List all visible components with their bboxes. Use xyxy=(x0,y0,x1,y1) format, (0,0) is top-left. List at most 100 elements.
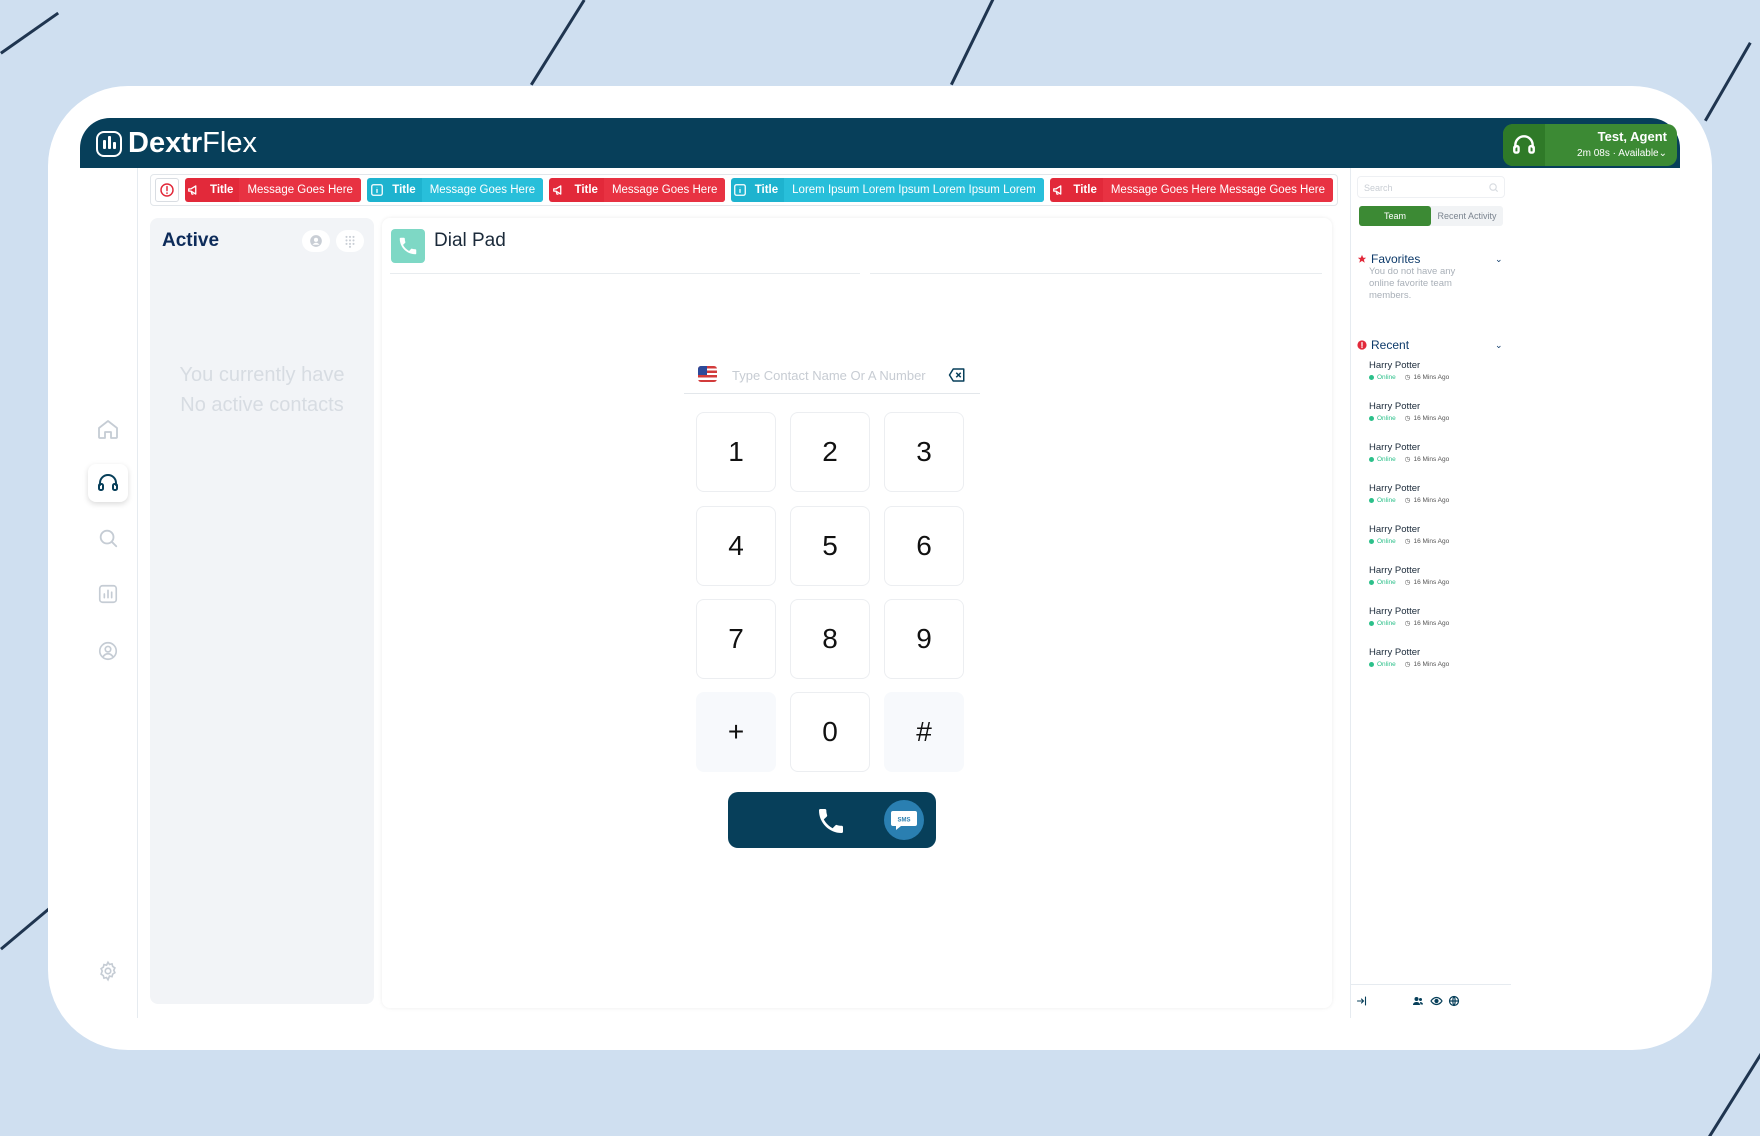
recent-contact[interactable]: Harry Potter Online ◷ 16 Mins Ago xyxy=(1369,647,1479,669)
contact-status: Online xyxy=(1377,414,1396,422)
clock-icon: ◷ xyxy=(1404,579,1411,586)
dialpad-key-3[interactable]: 3 xyxy=(884,412,964,492)
contact-status: Online xyxy=(1377,578,1396,586)
logo-mark-icon xyxy=(96,130,122,157)
tab-recent-activity[interactable]: Recent Activity xyxy=(1431,206,1503,226)
nav-home[interactable] xyxy=(88,410,128,448)
dialpad-key-0[interactable]: 0 xyxy=(790,692,870,772)
dialpad-title: Dial Pad xyxy=(434,230,506,251)
online-status-dot xyxy=(1369,579,1374,585)
contact-name: Harry Potter xyxy=(1369,442,1421,453)
chevron-down-icon: ⌄ xyxy=(1658,148,1667,159)
alert-title: Title xyxy=(754,184,779,196)
contact-name: Harry Potter xyxy=(1369,360,1421,371)
visibility-button[interactable] xyxy=(1429,994,1443,1008)
dialpad-key-9[interactable]: 9 xyxy=(884,599,964,679)
recent-contact[interactable]: Harry Potter Online ◷ 16 Mins Ago xyxy=(1369,524,1479,546)
megaphone-icon xyxy=(1050,178,1068,202)
call-button[interactable] xyxy=(814,804,848,838)
alert-item[interactable]: Title Message Goes Here xyxy=(549,178,726,202)
recent-contact[interactable]: Harry Potter Online ◷ 16 Mins Ago xyxy=(1369,483,1479,505)
team-search-input[interactable] xyxy=(1364,180,1484,196)
contact-name: Harry Potter xyxy=(1369,565,1421,576)
favorites-header[interactable]: Favorites xyxy=(1357,252,1420,266)
app-logo: DextrFlex xyxy=(96,127,257,160)
recent-contact[interactable]: Harry Potter Online ◷ 16 Mins Ago xyxy=(1369,565,1479,587)
dial-number-field xyxy=(684,356,980,394)
contact-time: 16 Mins Ago xyxy=(1413,660,1450,668)
empty-state-message: You currently have No active contacts xyxy=(150,360,374,420)
recent-contact[interactable]: Harry Potter Online ◷ 16 Mins Ago xyxy=(1369,401,1479,423)
nav-search[interactable] xyxy=(88,519,128,557)
contact-time: 16 Mins Ago xyxy=(1413,578,1450,586)
alert-item[interactable]: Title Message Goes Here xyxy=(366,178,544,202)
gear-icon xyxy=(100,960,116,982)
team-tabs: Team Recent Activity xyxy=(1359,206,1503,226)
online-status-dot xyxy=(1369,661,1374,667)
star-icon xyxy=(1357,254,1367,263)
sms-button[interactable]: SMS xyxy=(884,800,924,840)
user-circle-icon xyxy=(98,641,118,661)
alert-title: Title xyxy=(392,184,416,196)
alert-item[interactable]: Title Message Goes Here xyxy=(184,178,361,202)
dialpad-key-plus[interactable]: + xyxy=(696,692,776,772)
contact-name: Harry Potter xyxy=(1369,401,1421,412)
favorites-empty-message: You do not have any online favorite team… xyxy=(1369,266,1456,301)
contact-time: 16 Mins Ago xyxy=(1413,373,1450,381)
dialpad-key-6[interactable]: 6 xyxy=(884,506,964,586)
dialpad-key-4[interactable]: 4 xyxy=(696,506,776,586)
logout-icon xyxy=(1356,996,1367,1006)
team-view-button[interactable] xyxy=(1411,994,1425,1008)
dialpad-key-7[interactable]: 7 xyxy=(696,599,776,679)
dialpad-panel: Dial Pad 1 2 3 4 5 6 7 8 9 + 0 # xyxy=(382,218,1332,1008)
dialpad-key-1[interactable]: 1 xyxy=(696,412,776,492)
empty-state-line: No active contacts xyxy=(180,394,344,416)
chevron-down-icon[interactable]: ⌄ xyxy=(1495,254,1503,265)
recent-contact[interactable]: Harry Potter Online ◷ 16 Mins Ago xyxy=(1369,606,1479,628)
sms-bubble-icon: SMS xyxy=(891,811,917,830)
favorites-title: Favorites xyxy=(1371,252,1421,266)
agent-status-menu[interactable]: Test, Agent 2m 08s · Available⌄ xyxy=(1503,124,1677,166)
recent-header[interactable]: Recent xyxy=(1357,338,1409,352)
nav-contact-center[interactable] xyxy=(88,464,128,502)
call-action-bar: SMS xyxy=(728,792,936,848)
chevron-down-icon[interactable]: ⌄ xyxy=(1495,340,1503,351)
dialpad-key-hash[interactable]: # xyxy=(884,692,964,772)
alert-circle-icon xyxy=(160,183,174,197)
dial-number-input[interactable] xyxy=(732,364,942,386)
nav-reports[interactable] xyxy=(88,575,128,613)
clock-icon: ◷ xyxy=(1404,415,1411,422)
contact-name: Harry Potter xyxy=(1369,647,1421,658)
backspace-button[interactable] xyxy=(948,367,966,383)
alert-message: Message Goes Here xyxy=(239,178,361,202)
dialpad-toggle-button[interactable] xyxy=(336,230,364,252)
contacts-toggle-button[interactable] xyxy=(302,230,330,252)
language-button[interactable] xyxy=(1447,994,1461,1008)
alert-item[interactable]: Title Message Goes Here Message Goes Her… xyxy=(1049,178,1333,202)
backspace-icon xyxy=(948,368,965,382)
alert-warning-button[interactable] xyxy=(155,178,179,202)
alert-item[interactable]: Title Lorem Ipsum Lorem Ipsum Lorem Ipsu… xyxy=(731,178,1044,202)
tab-team[interactable]: Team xyxy=(1359,206,1431,226)
headset-icon xyxy=(98,474,118,491)
us-flag-icon[interactable] xyxy=(698,366,717,382)
contact-status: Online xyxy=(1377,373,1396,381)
contact-status: Online xyxy=(1377,660,1396,668)
nav-settings[interactable] xyxy=(88,952,128,990)
dialpad-key-8[interactable]: 8 xyxy=(790,599,870,679)
team-search-field xyxy=(1357,176,1505,198)
recent-contact[interactable]: Harry Potter Online ◷ 16 Mins Ago xyxy=(1369,442,1479,464)
logo-text-light: Flex xyxy=(202,127,257,159)
recent-contact[interactable]: Harry Potter Online ◷ 16 Mins Ago xyxy=(1369,360,1479,382)
phone-icon xyxy=(391,229,425,263)
nav-profile[interactable] xyxy=(88,632,128,670)
dialpad-key-5[interactable]: 5 xyxy=(790,506,870,586)
info-icon xyxy=(367,178,386,202)
dialpad-key-2[interactable]: 2 xyxy=(790,412,870,492)
active-title: Active xyxy=(162,230,220,251)
logout-button[interactable] xyxy=(1355,994,1369,1008)
background-stripe xyxy=(1708,1034,1760,1136)
sms-label: SMS xyxy=(897,818,910,824)
clock-icon: ◷ xyxy=(1404,620,1411,627)
background-stripe xyxy=(950,0,997,86)
